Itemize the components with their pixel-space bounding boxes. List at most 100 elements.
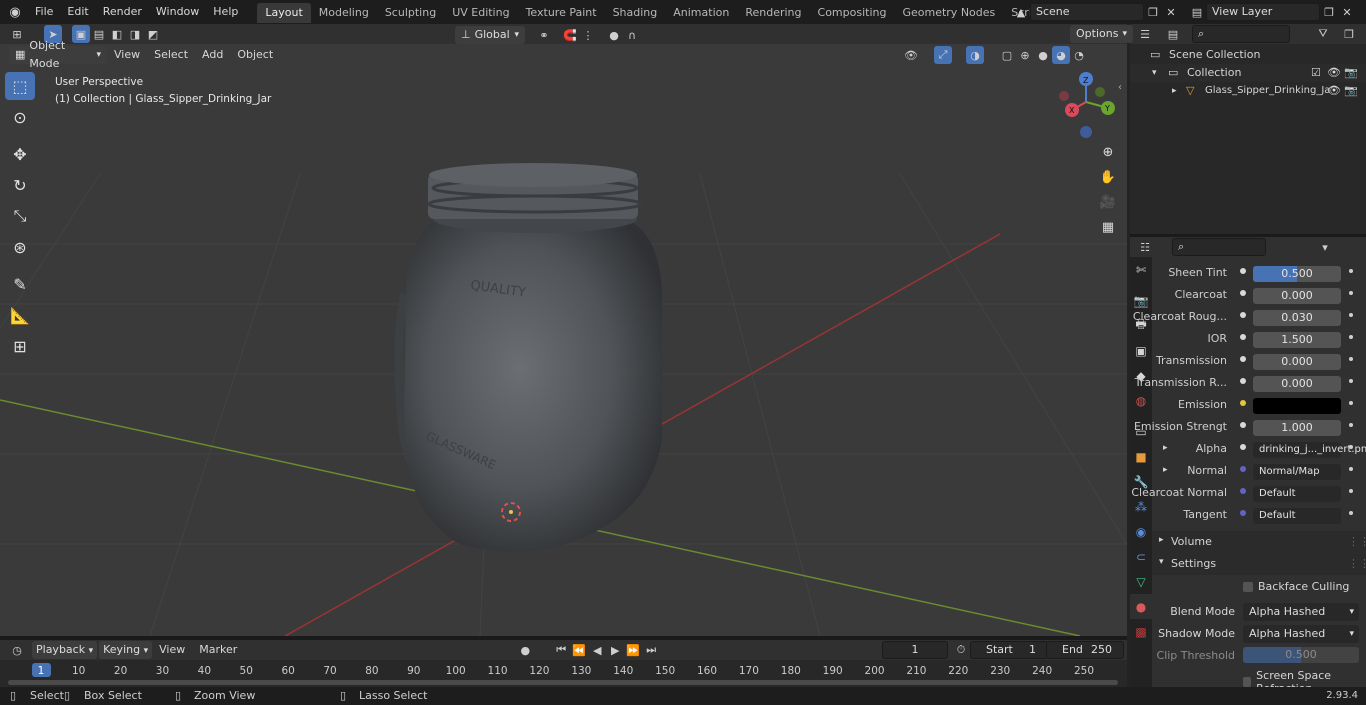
property-value-field[interactable]: Default (1253, 486, 1341, 502)
menu-render[interactable]: Render (96, 0, 149, 24)
prev-keyframe-icon[interactable]: ⏪ (570, 641, 588, 659)
visibility-icon[interactable]: 👁 (902, 46, 920, 64)
scale-tool-icon[interactable]: ⤡ (5, 202, 35, 230)
timeline-menu-playback[interactable]: Playback ▾ (32, 641, 98, 659)
options-chevron-icon[interactable]: ▾ (1316, 238, 1334, 256)
rendered-shading-icon[interactable]: ◔ (1070, 46, 1088, 64)
add-cube-tool-icon[interactable]: ⊞ (5, 332, 35, 360)
3d-viewport[interactable]: QUALITY GLASSWARE Z Y X (0, 44, 1127, 636)
socket-icon[interactable] (1240, 466, 1246, 472)
keyframe-dot-icon[interactable] (1349, 467, 1353, 471)
shadow-mode-dropdown[interactable]: Alpha Hashed ▾ (1243, 625, 1359, 643)
viewport-menu-object[interactable]: Object (230, 46, 280, 64)
viewport-menu-select[interactable]: Select (147, 46, 195, 64)
options-dropdown[interactable]: Options ▾ (1070, 25, 1133, 43)
backface-culling-checkbox[interactable]: Backface Culling (1243, 580, 1349, 593)
outliner-search-input[interactable]: ⌕ (1192, 25, 1290, 43)
tab-shading[interactable]: Shading (605, 3, 666, 23)
property-value-field[interactable]: 0.500 (1253, 266, 1341, 282)
viewport-menu-view[interactable]: View (107, 46, 147, 64)
jump-start-icon[interactable]: ⏮ (552, 641, 570, 659)
expand-arrow-icon[interactable]: ▸ (1163, 443, 1168, 453)
socket-icon[interactable] (1240, 356, 1246, 362)
scene-icon[interactable]: ▲ (1012, 3, 1030, 21)
snap-icon[interactable]: 🧲 (561, 26, 579, 44)
drag-handle-icon[interactable]: ⋮⋮ (1348, 535, 1366, 548)
wireframe-shading-icon[interactable]: ⊕ (1016, 46, 1034, 64)
timeline-scrollbar[interactable] (8, 680, 1118, 685)
property-value-field[interactable]: 0.030 (1253, 310, 1341, 326)
transform-tool-icon[interactable]: ⊛ (5, 233, 35, 261)
constraints-tab-icon[interactable]: ⊂ (1130, 544, 1152, 569)
keyframe-dot-icon[interactable] (1349, 379, 1353, 383)
new-collection-icon[interactable]: ❐ (1340, 25, 1358, 43)
display-mode-icon[interactable]: ▤ (1164, 25, 1182, 43)
keyframe-dot-icon[interactable] (1349, 401, 1353, 405)
xray-icon[interactable]: ▢ (998, 46, 1016, 64)
timeline-menu-view[interactable]: View (152, 640, 192, 660)
tab-rendering[interactable]: Rendering (737, 3, 809, 23)
material-tab-icon[interactable]: ● (1130, 594, 1152, 619)
select-intersect-icon[interactable]: ◩ (144, 25, 162, 43)
start-frame-field[interactable]: Start 1 (970, 641, 1048, 659)
pan-hand-icon[interactable]: ✋ (1097, 166, 1119, 188)
measure-tool-icon[interactable]: 📐 (5, 301, 35, 329)
blender-logo-icon[interactable]: ◉ (6, 3, 24, 21)
pivot-icon[interactable]: ⚭ (535, 26, 553, 44)
tab-geometry-nodes[interactable]: Geometry Nodes (894, 3, 1003, 23)
play-reverse-icon[interactable]: ◀ (588, 641, 606, 659)
delete-scene-icon[interactable]: ✕ (1162, 3, 1180, 21)
scene-name-field[interactable]: Scene (1030, 3, 1144, 21)
outliner-editor-type-icon[interactable]: ☰ (1136, 25, 1154, 43)
menu-file[interactable]: File (28, 0, 60, 24)
socket-icon[interactable] (1240, 312, 1246, 318)
annotate-tool-icon[interactable]: ✎ (5, 270, 35, 298)
property-value-field[interactable]: 0.000 (1253, 354, 1341, 370)
hide-eye-icon[interactable]: 👁 (1327, 64, 1341, 82)
timeline-editor-type-icon[interactable]: ◷ (8, 641, 26, 659)
end-frame-field[interactable]: End 250 (1046, 641, 1124, 659)
record-icon[interactable]: ● (516, 641, 534, 659)
filter-icon[interactable]: ⛛ (1314, 25, 1332, 43)
settings-panel-header[interactable]: ▾ Settings ⋮⋮ (1152, 553, 1366, 575)
tab-modeling[interactable]: Modeling (311, 3, 377, 23)
menu-window[interactable]: Window (149, 0, 206, 24)
solid-shading-icon[interactable]: ● (1034, 46, 1052, 64)
socket-icon[interactable] (1240, 378, 1246, 384)
property-value-field[interactable]: 1.000 (1253, 420, 1341, 436)
camera-view-icon[interactable]: 🎥 (1097, 191, 1119, 213)
socket-icon[interactable] (1240, 290, 1246, 296)
property-value-field[interactable]: drinking_j..._invert.pn (1253, 442, 1366, 458)
select-subtract-icon[interactable]: ◧ (108, 25, 126, 43)
properties-search-input[interactable]: ⌕ (1172, 238, 1266, 256)
orientation-dropdown[interactable]: ⊥ Global ▾ (455, 26, 525, 44)
collapse-arrow-icon[interactable]: ▾ (1152, 64, 1157, 82)
world-tab-icon[interactable]: ◍ (1130, 388, 1152, 413)
keyframe-dot-icon[interactable] (1349, 313, 1353, 317)
glass-jar-object[interactable]: QUALITY GLASSWARE (394, 163, 662, 553)
rotate-tool-icon[interactable]: ↻ (5, 171, 35, 199)
checkbox-icon[interactable] (1243, 677, 1252, 687)
current-frame-field[interactable]: 1 (882, 641, 948, 659)
tab-uv-editing[interactable]: UV Editing (444, 3, 517, 23)
clip-threshold-slider[interactable]: 0.500 (1243, 647, 1359, 663)
property-value-field[interactable]: 0.000 (1253, 376, 1341, 392)
next-keyframe-icon[interactable]: ⏩ (624, 641, 642, 659)
cursor-tool-icon[interactable]: ⊙ (5, 103, 35, 131)
texture-tab-icon[interactable]: ▩ (1130, 619, 1152, 644)
socket-icon[interactable] (1240, 444, 1246, 450)
move-tool-icon[interactable]: ✥ (5, 140, 35, 168)
keyframe-dot-icon[interactable] (1349, 269, 1353, 273)
keyframe-dot-icon[interactable] (1349, 511, 1353, 515)
render-camera-icon[interactable]: 📷 (1344, 82, 1358, 100)
sidebar-toggle-icon[interactable]: ‹ (1118, 82, 1122, 93)
keyframe-dot-icon[interactable] (1349, 335, 1353, 339)
timeline-menu-keying[interactable]: Keying ▾ (99, 641, 153, 659)
expand-arrow-icon[interactable]: ▸ (1163, 465, 1168, 475)
proportional-edit-icon[interactable]: ● (605, 26, 623, 44)
socket-icon[interactable] (1240, 400, 1246, 406)
property-value-field[interactable]: 0.000 (1253, 288, 1341, 304)
stopwatch-icon[interactable]: ⏱ (952, 641, 970, 659)
view-layer-tab-icon[interactable]: ▣ (1130, 338, 1152, 363)
keyframe-dot-icon[interactable] (1349, 489, 1353, 493)
